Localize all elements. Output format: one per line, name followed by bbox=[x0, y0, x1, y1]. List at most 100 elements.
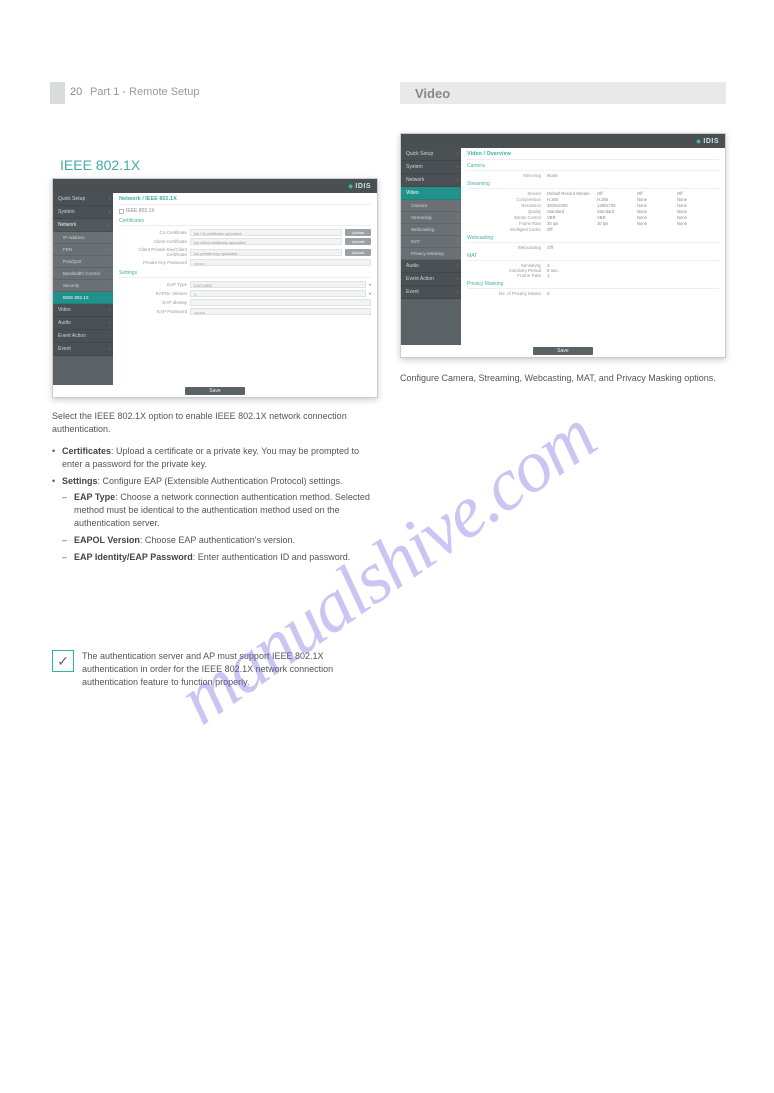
field-private-key-pw[interactable]: •••••••• bbox=[190, 259, 371, 266]
sidebar-item-quick-setup[interactable]: Quick Setup› bbox=[401, 148, 461, 161]
sidebar-item-eventaction[interactable]: Event Action› bbox=[401, 273, 461, 286]
content-panel: Network / IEEE 802.1X IEEE 802.1X Certif… bbox=[113, 193, 377, 385]
field-ca-cert: No CA certificate uploaded. bbox=[190, 229, 342, 236]
mat-framerate-row: Frame Rate1 bbox=[467, 273, 719, 278]
sidebar-item-audio[interactable]: Audio› bbox=[53, 317, 113, 330]
page-number-band bbox=[50, 82, 65, 104]
bullet-certificates: Certificates: Upload a certificate or a … bbox=[52, 445, 378, 471]
section-title-video: Video bbox=[415, 86, 450, 101]
sidebar-item-ipaddress[interactable]: IP Address› bbox=[53, 232, 113, 244]
save-button[interactable]: Save bbox=[533, 347, 593, 355]
sidebar-item-fen[interactable]: FEN› bbox=[53, 244, 113, 256]
certificates-group-label: Certificates bbox=[119, 218, 371, 226]
sidebar-item-camera[interactable]: Camera› bbox=[401, 200, 461, 212]
label-mirroring: Mirroring bbox=[467, 173, 547, 178]
webcasting-section-label: Webcasting bbox=[467, 235, 719, 243]
mat-section-label: MAT bbox=[467, 253, 719, 261]
sidebar-item-bandwidth[interactable]: Bandwidth Control› bbox=[53, 268, 113, 280]
row-client-cert: Client Certificate No client certificate… bbox=[119, 238, 371, 245]
sidebar-item-network[interactable]: Network⌄ bbox=[53, 219, 113, 232]
row-eap-identity: EAP Identity bbox=[119, 299, 371, 306]
label-eap-identity: EAP Identity bbox=[119, 300, 187, 305]
label-webcasting: Webcasting bbox=[467, 245, 547, 250]
input-eap-identity[interactable] bbox=[190, 299, 371, 306]
label-eap-password: EAP Password bbox=[119, 309, 187, 314]
sidebar-item-security[interactable]: Security› bbox=[53, 280, 113, 292]
streaming-section-label: Streaming bbox=[467, 181, 719, 189]
privacy-section-label: Privacy Masking bbox=[467, 281, 719, 289]
titlebar: IDIS bbox=[401, 134, 725, 148]
row-eap-type: EAP Type EAP-MD5 ▾ bbox=[119, 281, 371, 288]
sidebar-item-portqos[interactable]: Port/QoS› bbox=[53, 256, 113, 268]
sidebar-item-privacy-masking[interactable]: Privacy Masking› bbox=[401, 248, 461, 260]
privacy-row: No. of Privacy Masks0 bbox=[467, 291, 719, 296]
sidebar-item-streaming[interactable]: Streaming› bbox=[401, 212, 461, 224]
label-ca-cert: CA Certificate bbox=[119, 230, 187, 235]
chevron-down-icon: ▾ bbox=[369, 291, 371, 296]
chapter-title: Part 1 - Remote Setup bbox=[90, 86, 199, 98]
value-mirroring: None bbox=[547, 173, 558, 178]
sidebar-item-network[interactable]: Network› bbox=[401, 174, 461, 187]
enable-8021x-checkbox-row: IEEE 802.1X bbox=[119, 208, 371, 214]
subbullet-eapol-version: EAPOL Version: Choose EAP authentication… bbox=[62, 534, 378, 547]
titlebar: IDIS bbox=[53, 179, 377, 193]
sidebar: Quick Setup› System› Network› Video⌄ Cam… bbox=[401, 148, 461, 345]
bullet-settings: Settings: Configure EAP (Extensible Auth… bbox=[52, 475, 378, 564]
sidebar-item-event[interactable]: Event› bbox=[401, 286, 461, 299]
content-panel: Video / Overview Camera Mirroring None S… bbox=[461, 148, 725, 345]
sidebar: Quick Setup› System› Network⌄ IP Address… bbox=[53, 193, 113, 385]
label-client-cert: Client Certificate bbox=[119, 239, 187, 244]
upload-client-cert-button[interactable]: Upload bbox=[345, 238, 371, 245]
label-private-key: Client Private Key/Client Certificate bbox=[119, 247, 187, 257]
row-eap-password: EAP Password •••••••• bbox=[119, 308, 371, 315]
camera-mirroring-row: Mirroring None bbox=[467, 173, 719, 178]
sidebar-item-webcasting[interactable]: Webcasting› bbox=[401, 224, 461, 236]
idis-logo: IDIS bbox=[348, 183, 371, 190]
bullets: Certificates: Upload a certificate or a … bbox=[52, 445, 378, 568]
row-ca-cert: CA Certificate No CA certificate uploade… bbox=[119, 229, 371, 236]
note-text: The authentication server and AP must su… bbox=[82, 650, 378, 689]
sidebar-item-8021x[interactable]: IEEE 802.1X bbox=[53, 292, 113, 304]
streaming-table: Stream Default Record Stream Off Off Off… bbox=[467, 191, 719, 232]
screenshot-video-overview: IDIS Quick Setup› System› Network› Video… bbox=[400, 133, 726, 358]
label-private-key-pw: Private Key Password bbox=[119, 260, 187, 265]
page-number: 20 bbox=[70, 86, 82, 98]
sidebar-item-system[interactable]: System› bbox=[401, 161, 461, 174]
breadcrumb: Video / Overview bbox=[467, 151, 719, 160]
label-eap-type: EAP Type bbox=[119, 282, 187, 287]
field-client-cert: No client certificate uploaded. bbox=[190, 238, 342, 245]
check-icon: ✓ bbox=[52, 650, 74, 672]
value-webcasting: Off bbox=[547, 245, 553, 250]
sidebar-item-eventaction[interactable]: Event Action› bbox=[53, 330, 113, 343]
sidebar-item-event[interactable]: Event› bbox=[53, 343, 113, 356]
intro-text: Select the IEEE 802.1X option to enable … bbox=[52, 410, 378, 436]
sidebar-item-audio[interactable]: Audio› bbox=[401, 260, 461, 273]
sidebar-item-video[interactable]: Video› bbox=[53, 304, 113, 317]
breadcrumb: Network / IEEE 802.1X bbox=[119, 196, 371, 205]
row-eapol-version: EAPOL Version 1 ▾ bbox=[119, 290, 371, 297]
upload-private-key-button[interactable]: Upload bbox=[345, 249, 371, 256]
sidebar-item-mat[interactable]: MAT› bbox=[401, 236, 461, 248]
select-eap-type[interactable]: EAP-MD5 bbox=[190, 281, 366, 288]
section-title-8021x: IEEE 802.1X bbox=[60, 157, 140, 173]
label-eapol-version: EAPOL Version bbox=[119, 291, 187, 296]
input-eap-password[interactable]: •••••••• bbox=[190, 308, 371, 315]
chevron-down-icon: ▾ bbox=[369, 282, 371, 287]
settings-group-label: Settings bbox=[119, 270, 371, 278]
subbullet-eap-identity: EAP Identity/EAP Password: Enter authent… bbox=[62, 551, 378, 564]
idis-logo: IDIS bbox=[696, 138, 719, 145]
enable-8021x-checkbox[interactable] bbox=[119, 209, 124, 214]
upload-ca-cert-button[interactable]: Upload bbox=[345, 229, 371, 236]
enable-8021x-label: IEEE 802.1X bbox=[126, 208, 155, 214]
subbullet-eap-type: EAP Type: Choose a network connection au… bbox=[62, 491, 378, 530]
sidebar-item-quick-setup[interactable]: Quick Setup› bbox=[53, 193, 113, 206]
sidebar-item-system[interactable]: System› bbox=[53, 206, 113, 219]
camera-section-label: Camera bbox=[467, 163, 719, 171]
video-intro-text: Configure Camera, Streaming, Webcasting,… bbox=[400, 372, 726, 385]
screenshot-ieee8021x: IDIS Quick Setup› System› Network⌄ IP Ad… bbox=[52, 178, 378, 398]
select-eapol-version[interactable]: 1 bbox=[190, 290, 366, 297]
webcasting-row: Webcasting Off bbox=[467, 245, 719, 250]
sidebar-item-video[interactable]: Video⌄ bbox=[401, 187, 461, 200]
note-box: ✓ The authentication server and AP must … bbox=[52, 650, 378, 689]
save-button[interactable]: Save bbox=[185, 387, 245, 395]
